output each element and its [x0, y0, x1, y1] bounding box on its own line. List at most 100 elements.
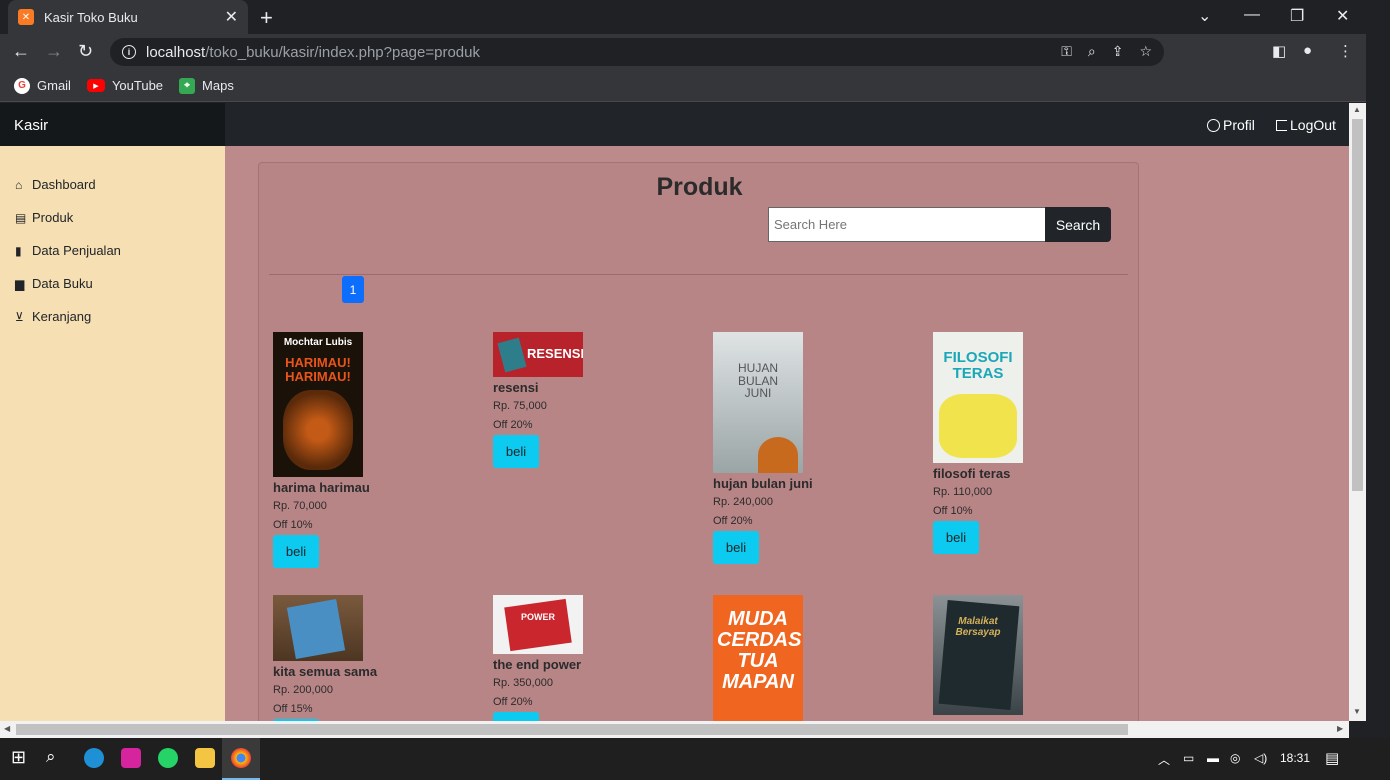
book-icon: ▆ [15, 276, 25, 291]
menu-icon[interactable]: ⋮ [1338, 42, 1353, 60]
product-price: Rp. 200,000 [273, 684, 333, 696]
scroll-left-icon[interactable]: ◀ [4, 724, 10, 733]
edge-icon[interactable] [84, 748, 104, 768]
minimize-icon[interactable]: — [1244, 6, 1260, 24]
key-icon[interactable]: ⚿ [1061, 43, 1072, 60]
bookmark-youtube[interactable]: ▶ YouTube [86, 78, 163, 93]
browser-toolbar: ← → ↻ i localhost /toko_buku/kasir/index… [0, 34, 1366, 70]
site-info-icon[interactable]: i [122, 45, 136, 59]
vertical-scroll-thumb[interactable] [1352, 119, 1363, 491]
product-card: Produk Search 1 Mochtar Lubis HARIMAU!HA… [258, 162, 1139, 721]
product-name: kita semua sama [273, 664, 378, 679]
horizontal-scrollbar[interactable]: ◀ ▶ [0, 721, 1349, 738]
back-icon[interactable]: ← [12, 41, 30, 62]
instagram-icon[interactable] [121, 748, 141, 768]
product-discount: Off 10% [273, 519, 313, 531]
close-window-icon[interactable]: ✕ [1336, 6, 1349, 26]
product-name: the end power [493, 657, 582, 672]
address-bar[interactable]: i localhost /toko_buku/kasir/index.php?p… [110, 38, 1164, 66]
profile-avatar-icon[interactable]: ● [1303, 42, 1312, 59]
bookmarks-bar: G Gmail ▶ YouTube ⌖ Maps [0, 70, 1366, 102]
product-item: FILOSOFI TERAS filosofi teras Rp. 110,000… [933, 332, 1133, 554]
youtube-icon: ▶ [86, 79, 105, 92]
profile-link[interactable]: Profil [1207, 117, 1255, 133]
book-cover: MUDA CERDAS TUA MAPAN [713, 595, 803, 721]
restore-icon[interactable]: ❐ [1290, 6, 1304, 26]
search-icon[interactable]: ⌕ [46, 747, 56, 767]
sidebar: ⌂ Dashboard ▤ Produk ▮ Data Penjualan ▆ … [0, 146, 225, 721]
google-icon: G [14, 77, 30, 94]
buy-button[interactable]: beli [273, 535, 319, 568]
buy-button[interactable]: beli [493, 712, 539, 721]
search-button[interactable]: Search [1045, 207, 1111, 242]
battery-icon[interactable]: ▬ [1207, 751, 1219, 765]
scroll-up-icon[interactable]: ▲ [1353, 105, 1361, 114]
browser-tab[interactable]: ✕ Kasir Toko Buku ✕ [8, 0, 248, 34]
meet-icon[interactable]: ▭ [1183, 751, 1194, 765]
product-item: kita semua sama Rp. 200,000 Off 15% beli [273, 595, 473, 721]
bookmark-star-icon[interactable]: ☆ [1139, 43, 1152, 60]
product-discount: Off 20% [493, 696, 533, 708]
close-tab-icon[interactable]: ✕ [225, 7, 238, 27]
search-input[interactable] [768, 207, 1046, 242]
horizontal-scroll-thumb[interactable] [16, 724, 1128, 735]
new-tab-icon[interactable]: + [260, 5, 273, 31]
clock-time[interactable]: 18:31 [1280, 751, 1310, 765]
sidebar-item-keranjang[interactable]: ⊻ Keranjang [0, 300, 225, 333]
book-cover: RESENSI [493, 332, 583, 377]
bookmark-label: Maps [202, 78, 234, 93]
chart-icon: ▮ [15, 243, 22, 258]
product-discount: Off 20% [713, 515, 753, 527]
zoom-icon[interactable]: ⌕ [1088, 43, 1096, 60]
share-icon[interactable]: ⇪ [1112, 43, 1124, 60]
windows-start-icon[interactable]: ⊞ [11, 747, 26, 768]
book-cover: HUJAN BULAN JUNI [713, 332, 803, 473]
product-item: Mochtar Lubis HARIMAU! HARIMAU! harima ha… [273, 332, 473, 568]
scroll-right-icon[interactable]: ▶ [1337, 724, 1343, 733]
file-explorer-icon[interactable] [195, 748, 215, 768]
browser-tabstrip: ✕ Kasir Toko Buku ✕ + ⌄ — ❐ ✕ [0, 0, 1366, 34]
product-price: Rp. 70,000 [273, 500, 327, 512]
product-item: Malaikat Bersayap [933, 595, 1133, 715]
sidebar-item-data-penjualan[interactable]: ▮ Data Penjualan [0, 234, 225, 267]
book-cover: Malaikat Bersayap [933, 595, 1023, 715]
volume-icon[interactable]: ◁) [1254, 751, 1267, 765]
tab-title: Kasir Toko Buku [44, 9, 138, 25]
network-icon[interactable]: ◎ [1230, 751, 1240, 765]
vertical-scrollbar[interactable]: ▲ ▼ [1349, 103, 1366, 721]
app-brand[interactable]: Kasir [0, 103, 225, 146]
pagination-page[interactable]: 1 [342, 276, 364, 303]
xampp-icon: ✕ [18, 9, 34, 25]
tab-search-icon[interactable]: ⌄ [1198, 6, 1211, 26]
side-panel-icon[interactable]: ◧ [1272, 42, 1286, 60]
scroll-down-icon[interactable]: ▼ [1353, 707, 1361, 716]
sidebar-item-dashboard[interactable]: ⌂ Dashboard [0, 168, 225, 201]
url-path: /toko_buku/kasir/index.php?page=produk [205, 43, 480, 61]
bookmark-gmail[interactable]: G Gmail [14, 77, 71, 94]
buy-button[interactable]: beli [493, 435, 539, 468]
buy-button[interactable]: beli [713, 531, 759, 564]
reload-icon[interactable]: ↻ [78, 41, 93, 62]
sidebar-item-label: Dashboard [32, 177, 96, 192]
sidebar-item-data-buku[interactable]: ▆ Data Buku [0, 267, 225, 300]
profile-label: Profil [1223, 117, 1255, 133]
sidebar-item-label: Data Buku [32, 276, 93, 291]
product-name: hujan bulan juni [713, 476, 813, 491]
logout-icon [1276, 119, 1287, 131]
whatsapp-icon[interactable] [158, 748, 178, 768]
bookmark-maps[interactable]: ⌖ Maps [179, 77, 234, 94]
buy-button[interactable]: beli [933, 521, 979, 554]
sidebar-item-produk[interactable]: ▤ Produk [0, 201, 225, 234]
page-title: Produk [656, 173, 743, 201]
product-name: filosofi teras [933, 466, 1011, 481]
product-discount: Off 10% [933, 505, 973, 517]
product-price: Rp. 350,000 [493, 677, 553, 689]
notifications-icon[interactable]: ▤ [1325, 749, 1339, 767]
sidebar-item-label: Keranjang [32, 309, 92, 324]
tray-chevron-icon[interactable]: ︿ [1158, 751, 1170, 768]
forward-icon[interactable]: → [45, 41, 63, 62]
logout-link[interactable]: LogOut [1276, 117, 1336, 133]
book-cover [273, 595, 363, 661]
chrome-icon[interactable] [231, 748, 251, 768]
product-name: resensi [493, 380, 539, 395]
